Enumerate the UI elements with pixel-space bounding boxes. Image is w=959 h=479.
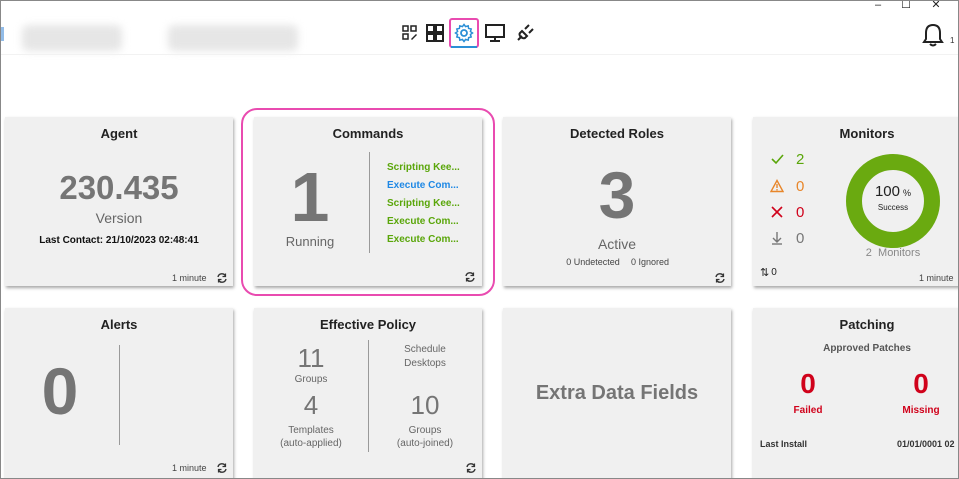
agent-version-value: 230.435 [59,169,179,206]
detected-roles-refresh-icon[interactable] [714,272,726,284]
policy-divider [368,340,369,452]
alerts-card[interactable]: Alerts 0 1 minute [5,308,233,479]
effective-policy-card[interactable]: Effective Policy 11 Groups 4 Templates (… [254,308,482,479]
plug-icon[interactable] [512,20,538,46]
alerts-count: 0 [41,354,79,428]
cross-icon [771,206,783,218]
monitors-row-down: 0 [770,229,805,247]
settings-gear-icon[interactable] [449,18,479,48]
monitors-sort-value: 0 [771,267,777,278]
monitors-count: 2 [865,247,872,259]
agent-title: Agent [100,126,138,141]
notifications-count: 1 [950,36,955,45]
blurred-breadcrumb [22,25,122,51]
monitors-sort[interactable]: ⇅ 0 [760,266,777,279]
dashboard-grid-icon[interactable] [422,20,448,46]
monitors-ok-value: 2 [796,150,805,168]
monitors-title: Monitors [839,126,895,141]
detected-roles-title: Detected Roles [570,126,664,141]
sort-arrows-icon: ⇅ [760,267,770,279]
donut-center-label: Success [877,203,909,212]
monitors-row-warning: 0 [770,177,805,195]
blurred-breadcrumb-2 [168,25,298,51]
monitors-count-label: 2 Monitors [847,247,939,259]
monitors-donut-chart[interactable] [845,153,941,249]
toolbar-divider [0,54,959,55]
patching-subtitle: Approved Patches [823,343,911,354]
check-icon [771,154,784,165]
detected-roles-count: 3 [598,158,636,232]
patching-failed-count: 0 [800,368,816,399]
minimize-button[interactable]: – [868,0,888,12]
agent-card[interactable]: Agent 230.435 Version Last Contact: 21/1… [5,117,233,286]
warning-icon [770,179,784,193]
monitors-down-value: 0 [796,229,805,247]
alerts-refresh-icon[interactable] [216,462,228,474]
agent-last-contact: Last Contact: 21/10/2023 02:48:41 [39,235,199,246]
alerts-title: Alerts [100,317,138,332]
policy-groups-count: 11 [297,343,325,373]
policy-auto-groups-count: 10 [410,390,440,420]
monitors-interval: 1 minute [919,273,954,283]
extra-data-fields-title: Extra Data Fields [535,382,699,404]
patching-last-install-value: 01/01/0001 02 [897,439,955,449]
policy-refresh-icon[interactable] [465,462,477,474]
monitors-count-word: Monitors [878,247,921,259]
monitors-warning-value: 0 [796,177,805,195]
agent-version-label: Version [95,210,143,226]
patching-missing-label: Missing [902,405,940,416]
policy-schedule-label: Schedule [404,344,446,355]
patching-title: Patching [839,317,895,332]
patching-card[interactable]: Patching Approved Patches 0 Failed 0 Mis… [753,308,959,479]
detected-roles-card[interactable]: Detected Roles 3 Active 0 Undetected 0 I… [503,117,731,286]
donut-unit: % [903,188,912,198]
commands-highlight [241,108,495,296]
policy-templates-count: 4 [303,390,319,420]
alerts-divider [119,345,120,445]
policy-groups-label: Groups [294,374,328,385]
policy-auto-groups-label: Groups [408,425,442,436]
agent-refresh-icon[interactable] [216,272,228,284]
detected-roles-ignored: 0 Ignored [630,257,670,267]
policy-templates-label: Templates [288,425,334,436]
patching-last-install-label: Last Install [760,439,808,449]
policy-auto-groups-sublabel: (auto-joined) [396,438,454,449]
close-button[interactable]: ✕ [926,0,946,12]
donut-success-arc [846,154,940,248]
edit-grid-icon[interactable] [397,20,423,46]
donut-value: 100 [874,183,900,200]
policy-templates-sublabel: (auto-applied) [280,438,342,449]
detected-roles-undetected: 0 Undetected [566,257,620,267]
alerts-interval: 1 minute [172,463,207,473]
monitors-row-ok: 2 [770,150,805,168]
agent-interval: 1 minute [172,273,207,283]
monitors-row-error: 0 [770,203,805,221]
donut-center-value: 100% [857,183,929,200]
left-edge-marker [0,27,4,41]
down-arrow-icon [772,232,782,245]
active-tab-underline [451,46,477,48]
maximize-button[interactable]: ☐ [896,0,916,12]
extra-data-fields-card[interactable]: Extra Data Fields [503,308,731,479]
patching-failed-label: Failed [793,405,823,416]
effective-policy-title: Effective Policy [319,317,417,332]
monitors-error-value: 0 [796,203,805,221]
policy-schedule-sublabel: Desktops [404,358,446,369]
monitor-icon[interactable] [482,20,508,46]
detected-roles-label: Active [597,236,637,252]
patching-missing-count: 0 [913,368,929,399]
notifications-bell-icon[interactable] [921,22,947,48]
